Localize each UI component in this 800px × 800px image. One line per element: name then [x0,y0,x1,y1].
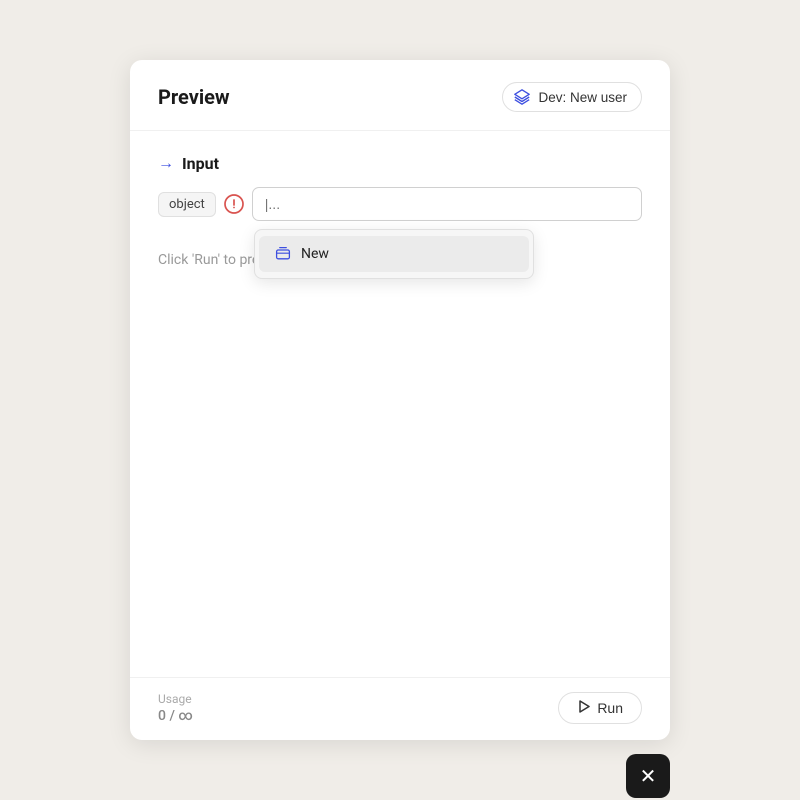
close-icon: ✕ [640,764,657,789]
object-badge: object [158,192,216,217]
input-arrow-icon: → [158,153,174,173]
run-button-label: Run [597,700,623,716]
input-row: object [158,187,642,221]
modal-footer: Usage 0 / ∞ Run [130,677,670,740]
close-button[interactable]: ✕ [626,754,670,798]
section-title: Input [182,154,219,173]
usage-section: Usage 0 / ∞ [158,692,193,724]
usage-value: 0 / ∞ [158,708,193,724]
modal-header: Preview Dev: New user [130,60,670,131]
dev-badge-button[interactable]: Dev: New user [502,82,642,112]
new-item-icon [275,246,291,262]
input-section-label: → Input [158,153,642,173]
run-button[interactable]: Run [558,692,642,724]
dropdown-menu: New [254,229,534,279]
input-field[interactable] [252,187,642,221]
modal-title: Preview [158,85,230,109]
dropdown-item-new[interactable]: New [259,236,529,272]
dropdown-item-new-label: New [301,246,329,262]
layers-icon [513,88,531,106]
usage-label: Usage [158,692,193,706]
warning-icon[interactable] [224,194,244,214]
preview-modal: Preview Dev: New user → Input [130,60,670,740]
dev-badge-label: Dev: New user [538,90,627,105]
modal-body: → Input object [130,131,670,677]
run-icon [577,700,590,716]
